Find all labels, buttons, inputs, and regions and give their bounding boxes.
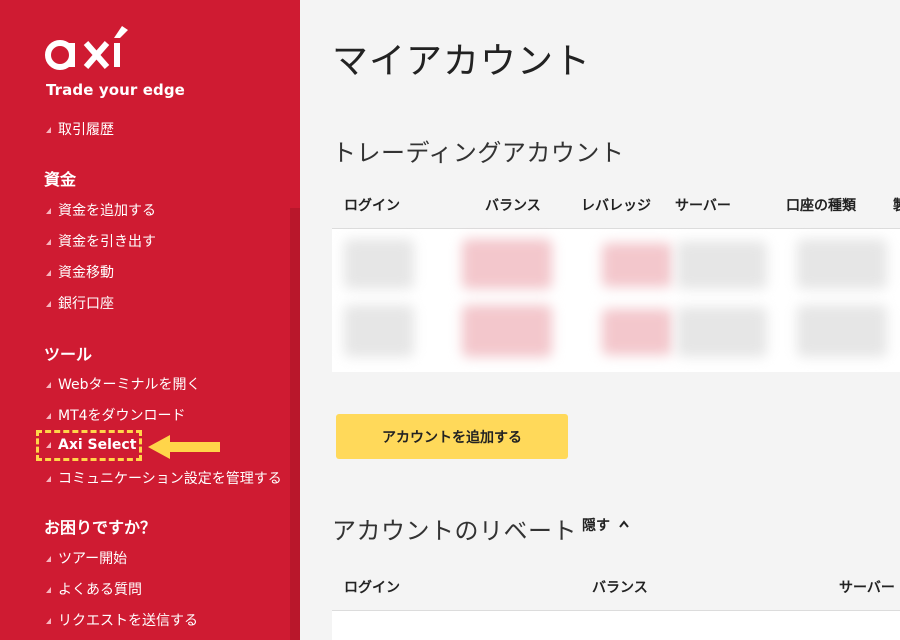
sidebar-item-label: 資金移動 (58, 265, 114, 281)
sidebar-item-withdraw-funds[interactable]: 資金を引き出す (46, 231, 156, 251)
sidebar-item-label: MT4をダウンロード (58, 408, 186, 424)
column-header-account-type[interactable]: 口座の種類 (786, 195, 856, 215)
rebate-column-header-balance[interactable]: バランス (592, 577, 648, 597)
sidebar-item-label: 資金を引き出す (58, 234, 156, 250)
column-header-server[interactable]: サーバー (675, 195, 731, 215)
sidebar-item-label: よくある質問 (58, 582, 142, 598)
sidebar-section-tools: ツール (44, 345, 93, 364)
blurred-cell (344, 305, 414, 357)
sidebar-section-help: お困りですか？ (44, 518, 157, 537)
triangle-bullet-icon (46, 301, 51, 307)
rebate-column-header-login[interactable]: ログイン (344, 577, 400, 597)
sidebar-section-funds: 資金 (44, 170, 77, 189)
rebate-table-body (332, 611, 900, 640)
add-account-button[interactable]: アカウントを追加する (336, 414, 568, 459)
sidebar-item-label: ツアー開始 (58, 551, 128, 567)
page-title: マイアカウント (332, 41, 592, 82)
sidebar-item-web-terminal[interactable]: Webターミナルを開く (46, 374, 201, 394)
triangle-bullet-icon (46, 239, 51, 245)
sidebar-item-trade-history[interactable]: 取引履歴 (46, 119, 114, 139)
blurred-cell (797, 305, 887, 357)
rebate-column-header-server[interactable]: サーバー (839, 577, 895, 597)
triangle-bullet-icon (46, 270, 51, 276)
sidebar: Trade your edge 取引履歴 資金 資金を追加する 資金を引き出す … (0, 0, 300, 640)
sidebar-item-add-funds[interactable]: 資金を追加する (46, 200, 156, 220)
sidebar-item-download-mt4[interactable]: MT4をダウンロード (46, 405, 186, 425)
tagline: Trade your edge (46, 81, 185, 99)
trading-accounts-title: トレーディングアカウント (332, 139, 625, 167)
sidebar-item-faq[interactable]: よくある質問 (46, 579, 142, 599)
triangle-bullet-icon (46, 413, 51, 419)
triangle-bullet-icon (46, 587, 51, 593)
axi-logo[interactable] (44, 22, 144, 72)
sidebar-item-label: Webターミナルを開く (58, 377, 201, 393)
blurred-cell (797, 239, 887, 289)
sidebar-item-label: コミュニケーション設定を管理する (58, 471, 282, 487)
column-header-leverage[interactable]: レバレッジ (581, 195, 651, 215)
sidebar-scrollbar[interactable] (290, 208, 300, 640)
column-header-login[interactable]: ログイン (344, 195, 400, 215)
triangle-bullet-icon (46, 618, 51, 624)
sidebar-item-submit-request[interactable]: リクエストを送信する (46, 610, 198, 630)
sidebar-item-bank-account[interactable]: 銀行口座 (46, 293, 114, 313)
blurred-cell (602, 309, 672, 355)
chevron-up-icon (619, 520, 629, 528)
blurred-cell (462, 239, 552, 289)
triangle-bullet-icon (46, 556, 51, 562)
blurred-cell (344, 239, 414, 289)
sidebar-item-label: 資金を追加する (58, 203, 156, 219)
hide-rebates-toggle[interactable]: 隠す (582, 515, 630, 535)
blurred-cell (602, 243, 672, 287)
sidebar-item-transfer-funds[interactable]: 資金移動 (46, 262, 114, 282)
hide-toggle-label: 隠す (582, 518, 610, 534)
triangle-bullet-icon (46, 208, 51, 214)
sidebar-item-communication-settings[interactable]: コミュニケーション設定を管理する (46, 468, 282, 488)
triangle-bullet-icon (46, 382, 51, 388)
axi-select-highlight (36, 430, 142, 461)
sidebar-item-start-tour[interactable]: ツアー開始 (46, 548, 127, 568)
sidebar-item-label: 取引履歴 (58, 122, 114, 138)
triangle-bullet-icon (46, 127, 51, 133)
arrow-left-icon (148, 435, 220, 459)
account-rebates-title: アカウントのリベート (332, 517, 577, 545)
sidebar-item-label: 銀行口座 (58, 296, 114, 312)
column-header-truncated[interactable]: 製 (893, 195, 900, 215)
blurred-cell (462, 305, 552, 357)
sidebar-item-label: リクエストを送信する (58, 613, 198, 629)
column-header-balance[interactable]: バランス (485, 195, 541, 215)
blurred-cell (677, 307, 767, 357)
triangle-bullet-icon (46, 476, 51, 482)
trading-accounts-table (332, 229, 900, 372)
blurred-cell (677, 241, 767, 289)
